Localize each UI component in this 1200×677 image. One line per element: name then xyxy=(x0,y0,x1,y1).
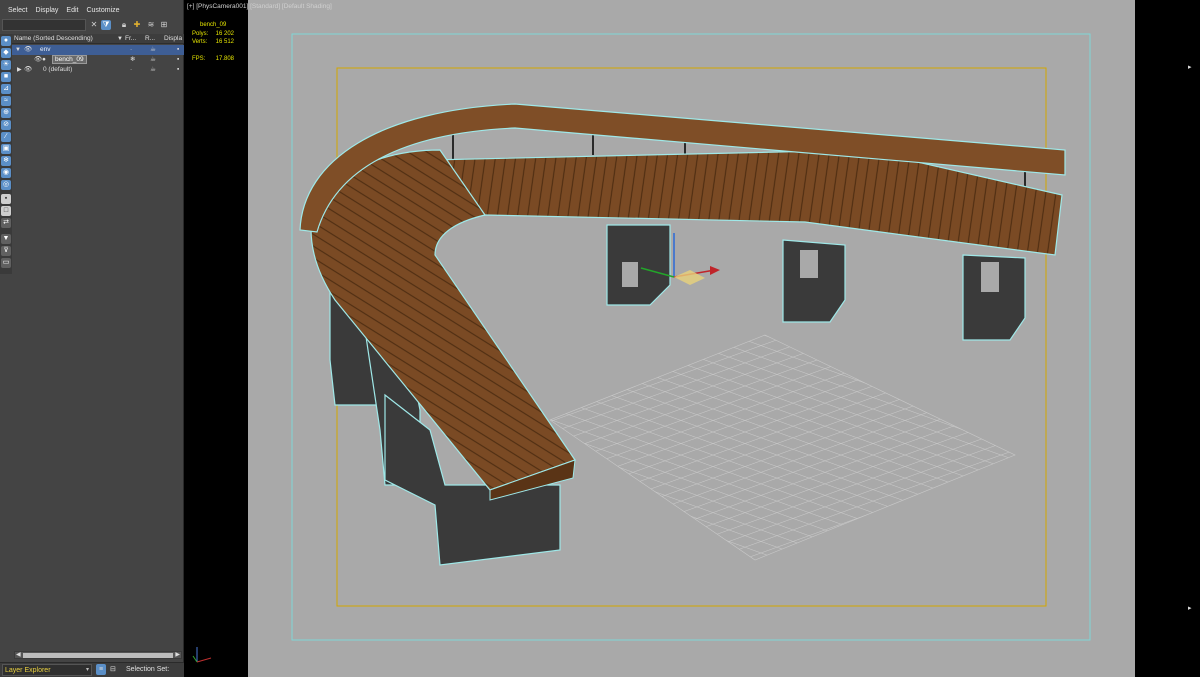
display-invert-icon[interactable]: □ xyxy=(1,206,11,216)
eye-icon[interactable]: 👁︎ xyxy=(24,45,32,55)
viewport-right-edge xyxy=(1188,0,1200,677)
filter-funnel-icon[interactable]: ▼ xyxy=(1,234,11,244)
display-hidden-icon[interactable]: ◉ xyxy=(1,168,11,178)
fps-label: FPS: xyxy=(192,55,206,62)
tree-row-bench[interactable]: 👁︎ ● bench_09 ❄ ☕︎ ▪ xyxy=(12,55,184,65)
column-freeze-header[interactable]: Fr... xyxy=(125,34,136,44)
display-shapes-icon[interactable]: ◆ xyxy=(1,48,11,58)
filter-toggle-icon[interactable]: ⊽ xyxy=(1,246,11,256)
menu-select[interactable]: Select xyxy=(0,4,27,18)
dropdown-arrow-icon[interactable]: ▾ xyxy=(86,663,89,677)
display-bones-icon[interactable]: ∕ xyxy=(1,132,11,142)
sync-selection-icon[interactable]: ⇄ xyxy=(1,218,11,228)
explorer-type-dropdown[interactable]: Layer Explorer xyxy=(2,664,92,676)
explorer-side-toolbar: ● ◆ ☀ ■ ⊿ ≈ ⊕ ⊘ ∕ ▣ ❄ ◉ ◎ ▪ □ ⇄ ▼ ⊽ ▭ xyxy=(0,34,12,274)
display-lights-icon[interactable]: ☀ xyxy=(1,60,11,70)
hierarchy-icon[interactable]: ⊞ xyxy=(159,20,169,30)
fps-value: 17.808 xyxy=(215,55,235,62)
display-none-icon[interactable]: ▪ xyxy=(1,194,11,204)
freeze-cell[interactable]: · xyxy=(130,45,132,55)
filter-icon[interactable]: ⧩ xyxy=(101,20,111,30)
lock-icon[interactable]: 🔒︎ xyxy=(119,20,129,30)
tree-row-default[interactable]: ▶ 👁︎ 0 (default) · ☕︎ ▪ xyxy=(12,65,184,75)
viewport-shading-menu[interactable]: [Default Shading] xyxy=(282,3,332,10)
polys-label: Polys: xyxy=(192,30,209,37)
display-frozen-icon[interactable]: ❄ xyxy=(1,156,11,166)
collapse-right-icon[interactable]: ▸ xyxy=(1188,64,1196,72)
display-box-icon[interactable]: ▪ xyxy=(177,55,179,65)
viewport-statistics: bench_09 Polys: 16 202 Verts: 16 512 FPS… xyxy=(192,21,234,63)
explorer-menubar: Select Display Edit Customize xyxy=(0,4,120,18)
layer-add-icon[interactable]: ✚ xyxy=(132,20,142,30)
verts-label: Verts: xyxy=(192,39,208,45)
horizontal-scrollbar[interactable]: ◀ ▶ xyxy=(14,651,182,659)
menu-display[interactable]: Display xyxy=(27,4,58,18)
viewport-label[interactable]: [+] [PhysCamera001] [Standard] [Default … xyxy=(187,3,332,10)
eye-icon[interactable]: 👁︎ xyxy=(24,65,32,75)
folder-icon[interactable]: ▭ xyxy=(1,258,11,268)
viewport-camera-menu[interactable]: [PhysCamera001] xyxy=(196,3,248,10)
display-box-icon[interactable]: ▪ xyxy=(177,45,179,55)
menu-customize[interactable]: Customize xyxy=(78,4,119,18)
column-display-header[interactable]: Displa xyxy=(164,34,182,44)
explorer-toolbar: ✕ ⧩ 🔒︎ ✚ ≋ ⊞ xyxy=(0,18,184,33)
search-input[interactable] xyxy=(2,19,86,31)
layer-name-label: env xyxy=(40,46,51,53)
freeze-cell[interactable]: · xyxy=(130,65,132,75)
menu-edit[interactable]: Edit xyxy=(58,4,78,18)
freeze-snowflake-icon[interactable]: ❄ xyxy=(130,55,135,65)
column-name-header[interactable]: Name (Sorted Descending) xyxy=(14,34,93,44)
scroll-right-icon[interactable]: ▶ xyxy=(175,651,180,659)
display-groups-icon[interactable]: ⊕ xyxy=(1,108,11,118)
home-grid xyxy=(549,334,1016,561)
tree-row-env[interactable]: ▼ 👁︎ env · ☕︎ ▪ xyxy=(12,45,184,55)
scene-explorer-panel: Select Display Edit Customize ✕ ⧩ 🔒︎ ✚ ≋… xyxy=(0,0,184,677)
layers-stack-icon[interactable]: ≋ xyxy=(146,20,156,30)
verts-value: 16 512 xyxy=(215,39,235,45)
render-teapot-icon[interactable]: ☕︎ xyxy=(150,55,156,65)
selection-set-label: Selection Set: xyxy=(126,666,170,673)
display-cameras-icon[interactable]: ■ xyxy=(1,72,11,82)
viewport[interactable]: [+] [PhysCamera001] [Standard] [Default … xyxy=(185,0,1200,677)
viewport-standard-menu[interactable]: [Standard] xyxy=(250,3,280,10)
expand-arrow-icon[interactable]: ▼ xyxy=(15,45,21,55)
display-helpers-icon[interactable]: ⊿ xyxy=(1,84,11,94)
display-containers-icon[interactable]: ▣ xyxy=(1,144,11,154)
scrollbar-thumb[interactable] xyxy=(23,653,173,658)
column-render-header[interactable]: R... xyxy=(145,34,155,44)
display-box-icon[interactable]: ▪ xyxy=(177,65,179,75)
viewport-plus-menu[interactable]: [+] xyxy=(187,3,194,10)
collapse-arrow-icon[interactable]: ▶ xyxy=(17,65,22,75)
stats-object-name: bench_09 xyxy=(200,22,227,28)
layer-name-label: 0 (default) xyxy=(43,66,73,73)
display-all-icon[interactable]: ◎ xyxy=(1,180,11,190)
sort-arrow-icon: ▼ xyxy=(117,36,123,42)
scene-canvas[interactable] xyxy=(185,0,1200,677)
selection-set-icon[interactable]: ⊟ xyxy=(110,663,116,677)
clear-search-icon[interactable]: ✕ xyxy=(89,20,99,30)
object-dot-icon: ● xyxy=(42,56,46,63)
render-teapot-icon[interactable]: ☕︎ xyxy=(150,65,156,75)
object-name-label[interactable]: bench_09 xyxy=(52,55,87,64)
scroll-left-icon[interactable]: ◀ xyxy=(16,651,21,659)
render-teapot-icon[interactable]: ☕︎ xyxy=(150,45,156,55)
display-geometry-icon[interactable]: ● xyxy=(1,36,11,46)
display-spacewarps-icon[interactable]: ≈ xyxy=(1,96,11,106)
column-header-row: Name (Sorted Descending) ▼ Fr... R... Di… xyxy=(12,34,184,44)
polys-value: 16 202 xyxy=(215,30,235,37)
world-axis-icon xyxy=(192,647,212,663)
display-xrefs-icon[interactable]: ⊘ xyxy=(1,120,11,130)
layer-mode-icon[interactable]: ≡ xyxy=(96,664,106,675)
collapse-right-icon-bottom[interactable]: ▸ xyxy=(1188,605,1196,613)
explorer-statusbar: Layer Explorer ▾ ≡ ⊟ Selection Set: xyxy=(0,662,184,677)
